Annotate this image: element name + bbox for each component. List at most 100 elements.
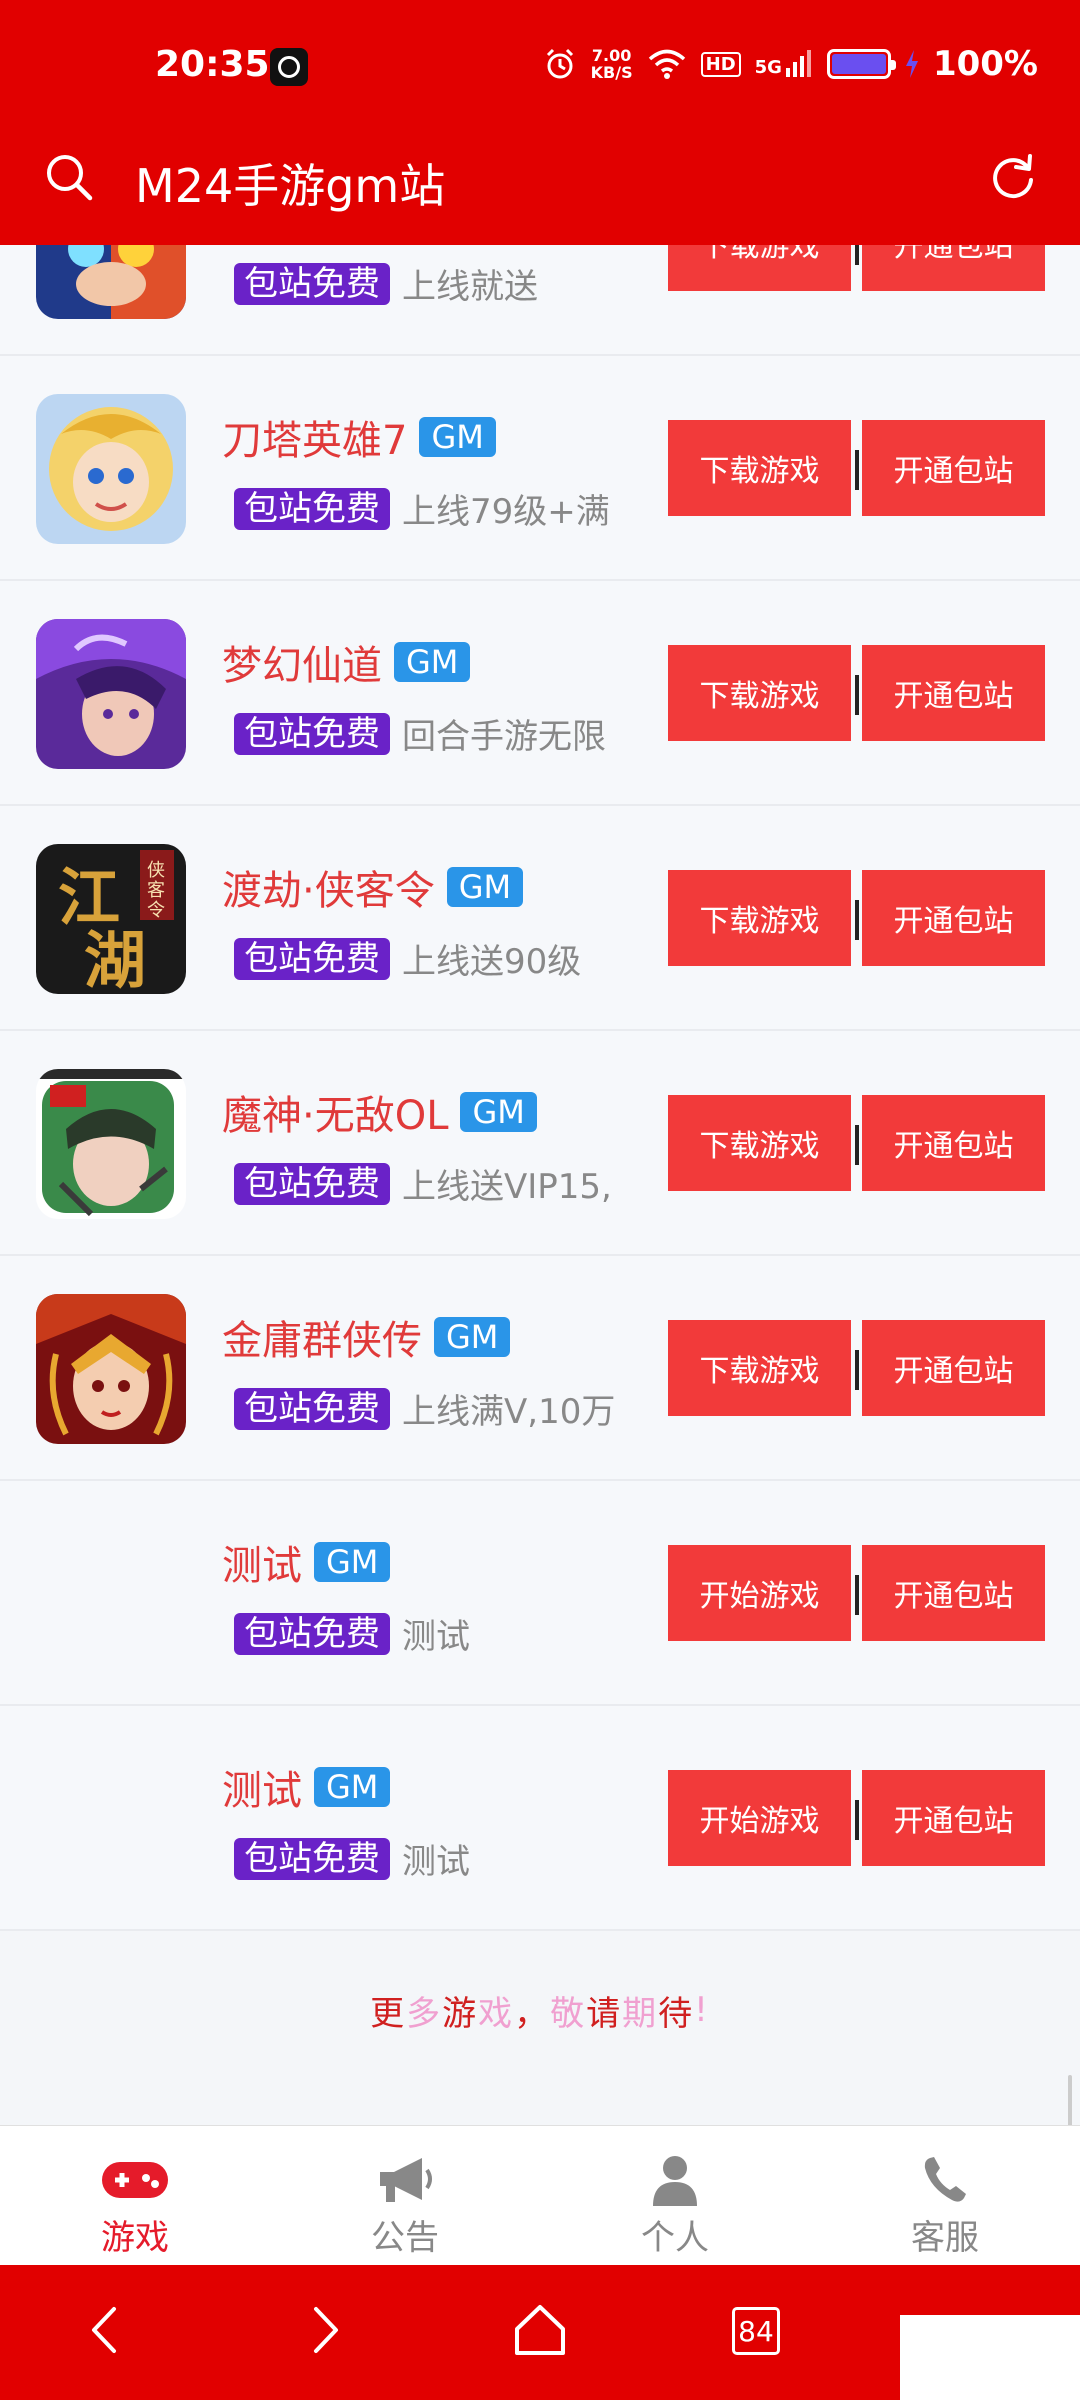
tab-profile[interactable]: 个人 xyxy=(540,2126,810,2265)
search-icon[interactable] xyxy=(44,152,94,202)
game-title[interactable]: 金庸群侠传 GM xyxy=(222,1308,511,1366)
game-icon-jianghu[interactable]: 江湖侠客令 xyxy=(36,844,186,994)
tab-games[interactable]: 游戏 xyxy=(0,2126,270,2265)
open-package-button[interactable]: 开通包站 xyxy=(862,1095,1045,1191)
open-package-button[interactable]: 开通包站 xyxy=(862,420,1045,516)
open-package-button[interactable]: 开通包站 xyxy=(862,645,1045,741)
person-icon xyxy=(653,2156,697,2206)
game-description: 上线送VIP15, xyxy=(402,1167,612,1207)
game-name: 渡劫·侠客令 xyxy=(222,868,435,914)
footer-note-char: 请 xyxy=(586,1993,623,2034)
download-game-button[interactable]: 下载游戏 xyxy=(668,1320,851,1416)
refresh-icon[interactable] xyxy=(988,152,1038,202)
button-divider xyxy=(855,900,859,940)
phone-icon xyxy=(924,2157,966,2202)
net-speed: 7.00 KB/S xyxy=(591,47,633,81)
app-header: M24手游gm站 xyxy=(0,130,1080,245)
free-tag: 包站免费 xyxy=(234,262,390,305)
footer-note-char: 敬 xyxy=(550,1993,587,2034)
game-title[interactable]: 刀塔英雄7 GM xyxy=(222,408,496,466)
open-package-button[interactable]: 开通包站 xyxy=(862,1320,1045,1416)
free-tag: 包站免费 xyxy=(234,1612,390,1655)
free-tag: 包站免费 xyxy=(234,712,390,755)
gm-badge: GM xyxy=(314,1767,391,1807)
download-game-button[interactable]: 下载游戏 xyxy=(668,420,851,516)
download-game-button[interactable]: 下载游戏 xyxy=(668,645,851,741)
game-name: 魔神·无敌OL xyxy=(222,1093,449,1139)
button-divider xyxy=(855,450,859,490)
gm-badge: GM xyxy=(434,1317,511,1357)
open-package-button[interactable]: 开通包站 xyxy=(862,245,1045,291)
game-description: 上线79级+满 xyxy=(402,492,610,532)
game-tagline: 包站免费 上线送90级 xyxy=(234,934,581,983)
net-speed-value: 7.00 xyxy=(591,46,632,65)
game-row: 梦幻仙道 GM 包站免费 回合手游无限 下载游戏 开通包站 xyxy=(0,581,1080,806)
tab-notices[interactable]: 公告 xyxy=(270,2126,540,2265)
hd-badge: HD xyxy=(700,51,741,77)
home-icon[interactable] xyxy=(505,2295,575,2365)
game-title[interactable]: 渡劫·侠客令 GM xyxy=(222,858,524,916)
game-icon-jinyong[interactable] xyxy=(36,1294,186,1444)
page-title: M24手游gm站 xyxy=(135,159,446,213)
footer-note-char: ! xyxy=(694,1990,710,2030)
game-list[interactable]: 剑灵修真 GM 包站免费 上线就送 下载游戏 开通包站 刀塔英雄7 GM 包站免… xyxy=(0,245,1080,2125)
battery-percent: 100% xyxy=(932,44,1038,84)
download-game-button[interactable]: 下载游戏 xyxy=(668,870,851,966)
notification-app-icon xyxy=(270,48,308,86)
download-game-button[interactable]: 下载游戏 xyxy=(668,1095,851,1191)
game-name: 梦幻仙道 xyxy=(222,643,382,689)
tab-label: 个人 xyxy=(641,2218,709,2258)
button-divider xyxy=(855,245,859,265)
game-row: 刀塔英雄7 GM 包站免费 上线79级+满 下载游戏 开通包站 xyxy=(0,356,1080,581)
tab-support[interactable]: 客服 xyxy=(810,2126,1080,2265)
game-description: 测试 xyxy=(402,1617,470,1657)
forward-arrow-icon[interactable] xyxy=(288,2295,358,2365)
game-title[interactable]: 梦幻仙道 GM xyxy=(222,633,471,691)
svg-text:侠: 侠 xyxy=(147,860,165,881)
game-name: 测试 xyxy=(222,1768,302,1814)
game-row: 剑灵修真 GM 包站免费 上线就送 下载游戏 开通包站 xyxy=(0,245,1080,356)
browser-nav-bar: 84 xyxy=(0,2265,1080,2400)
game-tagline: 包站免费 上线送VIP15, xyxy=(234,1159,612,1208)
game-title[interactable]: 魔神·无敌OL GM xyxy=(222,1083,537,1141)
game-icon-moshen[interactable] xyxy=(36,1069,186,1219)
footer-note-char: 多 xyxy=(406,1993,443,2034)
game-title[interactable]: 测试 GM xyxy=(222,1758,391,1816)
open-package-button[interactable]: 开通包站 xyxy=(862,1770,1045,1866)
game-description: 回合手游无限 xyxy=(402,717,606,757)
open-package-button[interactable]: 开通包站 xyxy=(862,1545,1045,1641)
tabs-count: 84 xyxy=(732,2307,780,2355)
svg-text:湖: 湖 xyxy=(84,924,146,994)
button-divider xyxy=(855,1800,859,1840)
signal-indicator: 5G xyxy=(755,50,813,78)
gm-badge: GM xyxy=(394,642,471,682)
net-speed-unit: KB/S xyxy=(590,63,633,82)
more-games-note: 更多游戏，敬请期待! xyxy=(0,1931,1080,2089)
open-package-button[interactable]: 开通包站 xyxy=(862,870,1045,966)
free-tag: 包站免费 xyxy=(234,1162,390,1205)
game-icon-dream[interactable] xyxy=(36,619,186,769)
free-tag: 包站免费 xyxy=(234,1837,390,1880)
footer-note-char: 更 xyxy=(370,1993,407,2034)
game-icon-sword[interactable] xyxy=(36,245,186,319)
charging-icon xyxy=(905,50,918,78)
bottom-tab-bar: 游戏 公告 个人 客服 xyxy=(0,2125,1080,2265)
download-game-button[interactable]: 开始游戏 xyxy=(668,1545,851,1641)
game-tagline: 包站免费 上线79级+满 xyxy=(234,484,610,533)
download-game-button[interactable]: 下载游戏 xyxy=(668,245,851,291)
wifi-icon xyxy=(648,49,685,79)
game-tagline: 包站免费 测试 xyxy=(234,1834,470,1883)
footer-note-char: 戏 xyxy=(478,1993,515,2034)
game-row: 测试 GM 包站免费 测试 开始游戏 开通包站 xyxy=(0,1706,1080,1931)
footer-note-char: ， xyxy=(514,1993,551,2034)
status-bar: 20:35 7.00 KB/S HD 5G 100% xyxy=(0,0,1080,130)
button-divider xyxy=(855,675,859,715)
game-description: 上线送90级 xyxy=(402,942,582,982)
download-game-button[interactable]: 开始游戏 xyxy=(668,1770,851,1866)
tabs-count-button[interactable]: 84 xyxy=(722,2295,792,2365)
back-arrow-icon[interactable] xyxy=(72,2295,142,2365)
game-title[interactable]: 测试 GM xyxy=(222,1533,391,1591)
gm-badge: GM xyxy=(460,1092,537,1132)
game-icon-dota[interactable] xyxy=(36,394,186,544)
gm-badge: GM xyxy=(446,867,524,907)
